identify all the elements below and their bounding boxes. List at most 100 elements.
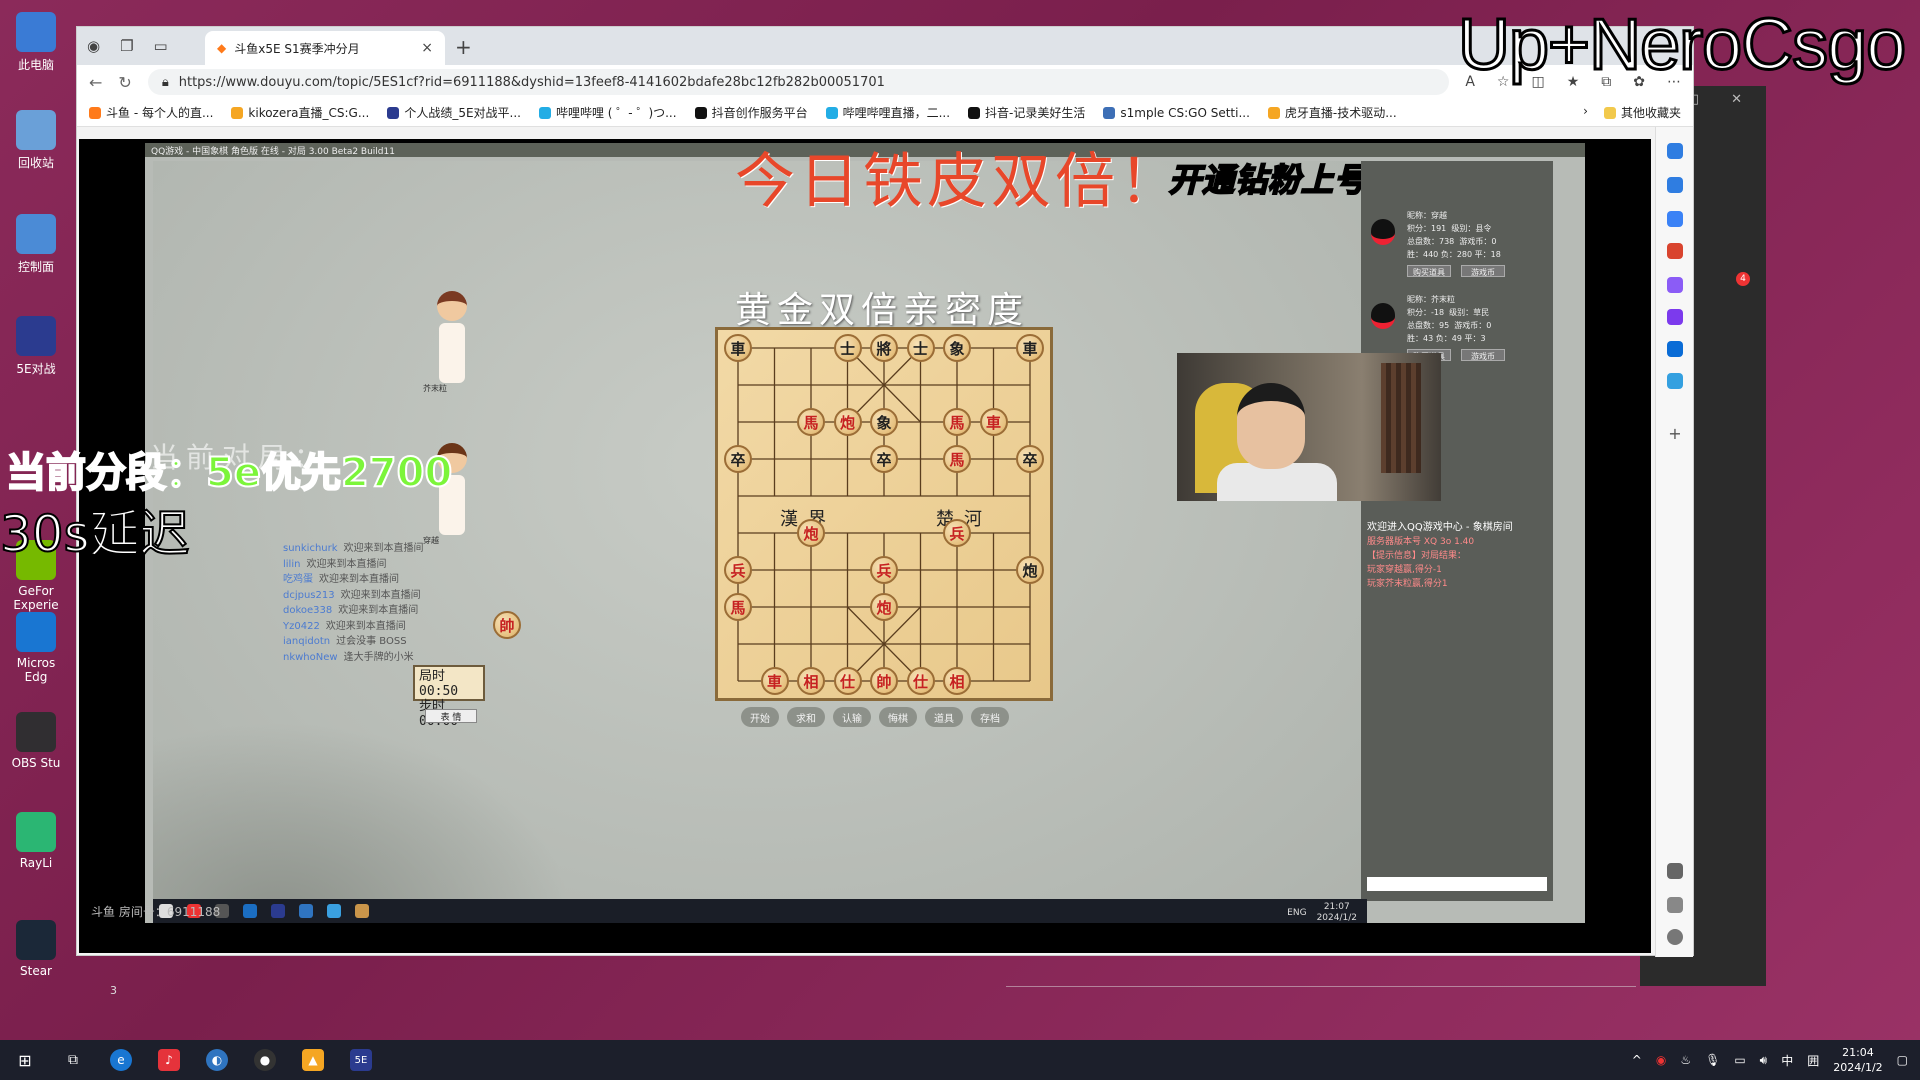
app-blue-icon[interactable]: ◐ bbox=[206, 1049, 228, 1071]
desktop-icon[interactable]: Stear bbox=[6, 920, 66, 978]
bookmark-folder[interactable]: 其他收藏夹 bbox=[1603, 104, 1681, 121]
desktop-icon[interactable]: 控制面 bbox=[6, 214, 66, 275]
tab-active[interactable]: ◆ 斗鱼x5E S1赛季冲分月 × bbox=[205, 31, 445, 65]
red-piece[interactable]: 馬 bbox=[943, 445, 971, 473]
qq-chat-input[interactable] bbox=[1367, 877, 1547, 891]
tray-network-icon[interactable]: ▭ bbox=[1734, 1053, 1745, 1067]
red-piece[interactable]: 兵 bbox=[870, 556, 898, 584]
p1-coins-button[interactable]: 游戏币 bbox=[1461, 265, 1505, 277]
shopping-icon[interactable] bbox=[1667, 243, 1683, 259]
desktop-icon[interactable]: 回收站 bbox=[6, 110, 66, 171]
game-action-button[interactable]: 悔棋 bbox=[879, 707, 917, 727]
chat-user[interactable]: 吃鸡蛋 bbox=[283, 572, 313, 588]
black-piece[interactable]: 卒 bbox=[870, 445, 898, 473]
add-sidebar-icon[interactable]: + bbox=[1667, 426, 1683, 443]
chess-board[interactable]: 漢界 楚河 車士將士象車象卒卒卒炮馬炮馬車馬炮兵兵兵馬炮車相仕帥仕相 bbox=[715, 327, 1053, 701]
red-piece[interactable]: 炮 bbox=[833, 408, 862, 436]
profile-icon[interactable]: ◉ bbox=[87, 37, 100, 55]
black-piece[interactable]: 象 bbox=[943, 334, 971, 362]
edge-icon[interactable]: e bbox=[110, 1049, 132, 1071]
tray-netease-icon[interactable]: ◉ bbox=[1656, 1053, 1666, 1067]
game-action-button[interactable]: 认输 bbox=[833, 707, 871, 727]
chat-user[interactable]: ianqidotn bbox=[283, 634, 330, 650]
search-icon[interactable] bbox=[1667, 177, 1683, 193]
bookmark-item[interactable]: 个人战绩_5E对战平... bbox=[387, 104, 521, 121]
desktop-icon[interactable]: Micros Edg bbox=[6, 612, 66, 684]
red-piece[interactable]: 炮 bbox=[797, 519, 825, 547]
bookmark-item[interactable]: kikozera直播_CS:G... bbox=[231, 104, 369, 121]
stream-video[interactable]: QQ游戏 - 中国象棋 角色版 在线 - 对局 3.00 Beta2 Build… bbox=[79, 139, 1651, 953]
red-piece[interactable]: 兵 bbox=[943, 519, 971, 547]
red-piece[interactable]: 馬 bbox=[797, 408, 825, 436]
desktop-icon[interactable]: 5E对战 bbox=[6, 316, 66, 377]
bookmark-item[interactable]: 抖音创作服务平台 bbox=[694, 104, 808, 121]
ime-indicator[interactable]: 中 bbox=[1781, 1052, 1793, 1069]
windows-start-icon[interactable]: ⊞ bbox=[14, 1049, 36, 1071]
tag-icon[interactable] bbox=[1667, 211, 1683, 227]
red-piece[interactable]: 兵 bbox=[724, 556, 752, 584]
bookmark-item[interactable]: 虎牙直播-技术驱动... bbox=[1267, 104, 1397, 121]
tray-mic-icon[interactable]: 🎙︎ bbox=[1705, 1053, 1720, 1067]
bookmark-item[interactable]: 斗鱼 - 每个人的直... bbox=[89, 104, 213, 121]
chat-user[interactable]: Yz0422 bbox=[283, 619, 320, 635]
vertical-tabs-icon[interactable]: ▭ bbox=[154, 37, 168, 55]
task-view-icon[interactable]: ⧉ bbox=[62, 1049, 84, 1071]
bookmark-item[interactable]: 哔哩哔哩 ( ゜- ゜)つ... bbox=[538, 104, 677, 121]
back-icon[interactable]: ← bbox=[89, 73, 102, 92]
bookmark-item[interactable]: 哔哩哔哩直播，二... bbox=[825, 104, 950, 121]
p2-coins-button[interactable]: 游戏币 bbox=[1461, 349, 1505, 361]
screenshot-icon[interactable] bbox=[1667, 863, 1683, 879]
red-piece[interactable]: 相 bbox=[943, 667, 971, 695]
desktop-icon[interactable]: OBS Stu bbox=[6, 712, 66, 770]
new-tab-button[interactable]: + bbox=[455, 35, 472, 59]
clock[interactable]: 21:04 2024/1/2 bbox=[1833, 1045, 1882, 1075]
netease-music-icon[interactable]: ♪ bbox=[158, 1049, 180, 1071]
tray-chevron-icon[interactable]: ^ bbox=[1632, 1053, 1642, 1067]
tray-steam-icon[interactable]: ♨ bbox=[1680, 1053, 1691, 1067]
5e-icon[interactable]: 5E bbox=[350, 1049, 372, 1071]
red-piece[interactable]: 相 bbox=[797, 667, 825, 695]
obs-icon[interactable]: ● bbox=[254, 1049, 276, 1071]
game-action-button[interactable]: 道具 bbox=[925, 707, 963, 727]
chat-user[interactable]: sunkichurk bbox=[283, 541, 338, 557]
game-action-button[interactable]: 开始 bbox=[741, 707, 779, 727]
red-piece[interactable]: 仕 bbox=[906, 667, 935, 695]
black-piece[interactable]: 將 bbox=[870, 334, 898, 362]
desktop-icon[interactable]: 此电脑 bbox=[6, 12, 66, 73]
red-piece[interactable]: 炮 bbox=[870, 593, 898, 621]
black-piece[interactable]: 卒 bbox=[1016, 445, 1044, 473]
people-icon[interactable] bbox=[1667, 277, 1683, 293]
tab-close-icon[interactable]: × bbox=[421, 40, 433, 56]
black-piece[interactable]: 車 bbox=[1016, 334, 1044, 362]
settings-gear-icon[interactable] bbox=[1667, 929, 1683, 945]
red-piece[interactable]: 車 bbox=[979, 408, 1008, 436]
desktop-icon[interactable]: RayLi bbox=[6, 812, 66, 870]
black-piece[interactable]: 炮 bbox=[1016, 556, 1044, 584]
bookmark-item[interactable]: 抖音-记录美好生活 bbox=[968, 104, 1085, 121]
chat-user[interactable]: lilin bbox=[283, 557, 300, 573]
black-piece[interactable]: 士 bbox=[833, 334, 862, 362]
tray-volume-icon[interactable]: 🔊︎ bbox=[1760, 1053, 1768, 1068]
emote-button[interactable]: 表 情 bbox=[425, 709, 477, 723]
bookmark-item[interactable]: s1mple CS:GO Setti... bbox=[1103, 106, 1250, 120]
game-action-button[interactable]: 求和 bbox=[787, 707, 825, 727]
black-piece[interactable]: 車 bbox=[724, 334, 752, 362]
game-action-button[interactable]: 存档 bbox=[971, 707, 1009, 727]
red-piece[interactable]: 馬 bbox=[724, 593, 752, 621]
workspaces-icon[interactable]: ❐ bbox=[120, 37, 133, 55]
app-orange-icon[interactable]: ▲ bbox=[302, 1049, 324, 1071]
black-piece[interactable]: 卒 bbox=[724, 445, 752, 473]
refresh-icon[interactable]: ↻ bbox=[118, 73, 131, 92]
open-external-icon[interactable] bbox=[1667, 897, 1683, 913]
notification-bell-icon[interactable] bbox=[1667, 143, 1683, 159]
chat-user[interactable]: dcjpus213 bbox=[283, 588, 335, 604]
url-input[interactable]: 🔒︎ https://www.douyu.com/topic/5ES1cf?ri… bbox=[147, 69, 1450, 95]
chat-user[interactable]: nkwhoNew bbox=[283, 650, 338, 666]
black-piece[interactable]: 象 bbox=[870, 408, 898, 436]
ime-grid-icon[interactable]: 囲 bbox=[1807, 1052, 1819, 1069]
red-piece[interactable]: 仕 bbox=[833, 667, 862, 695]
copilot-icon[interactable] bbox=[1667, 309, 1683, 325]
p1-buy-props-button[interactable]: 购买道具 bbox=[1407, 265, 1451, 277]
bookmarks-overflow-icon[interactable]: › bbox=[1583, 104, 1588, 121]
red-piece[interactable]: 馬 bbox=[943, 408, 971, 436]
